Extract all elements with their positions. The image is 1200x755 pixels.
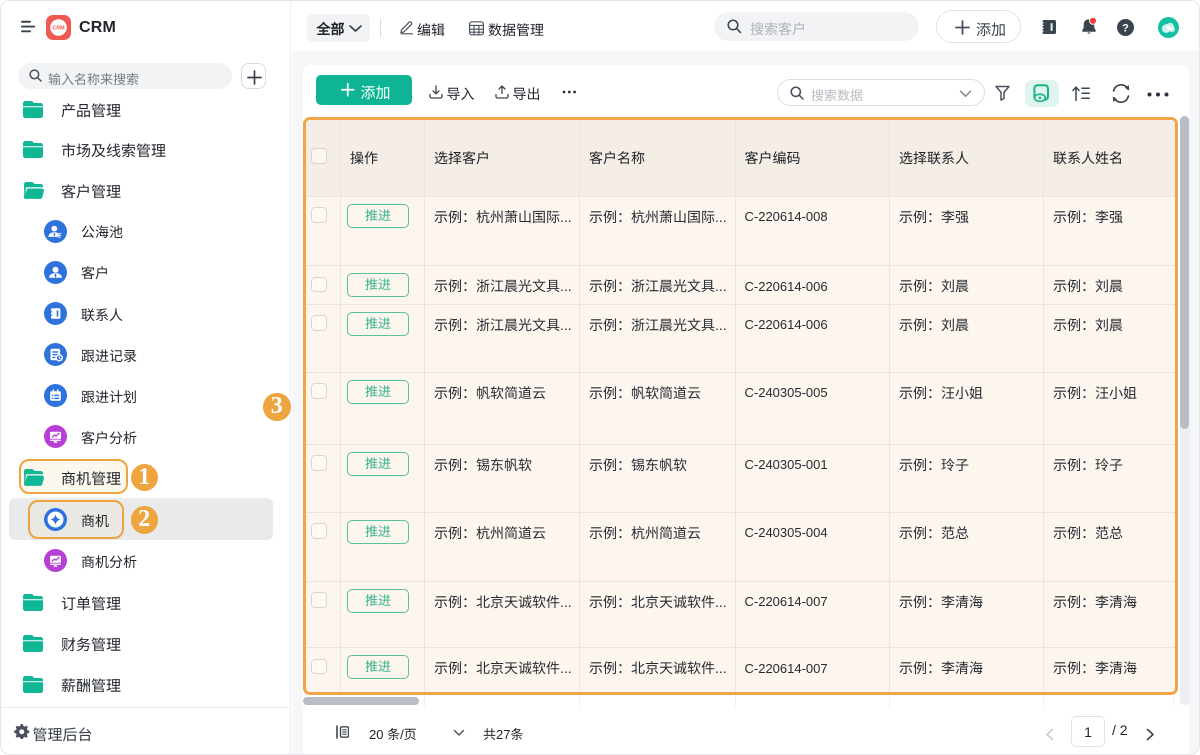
svg-text:?: ? — [1122, 23, 1129, 35]
svg-text:CRM: CRM — [52, 26, 65, 32]
